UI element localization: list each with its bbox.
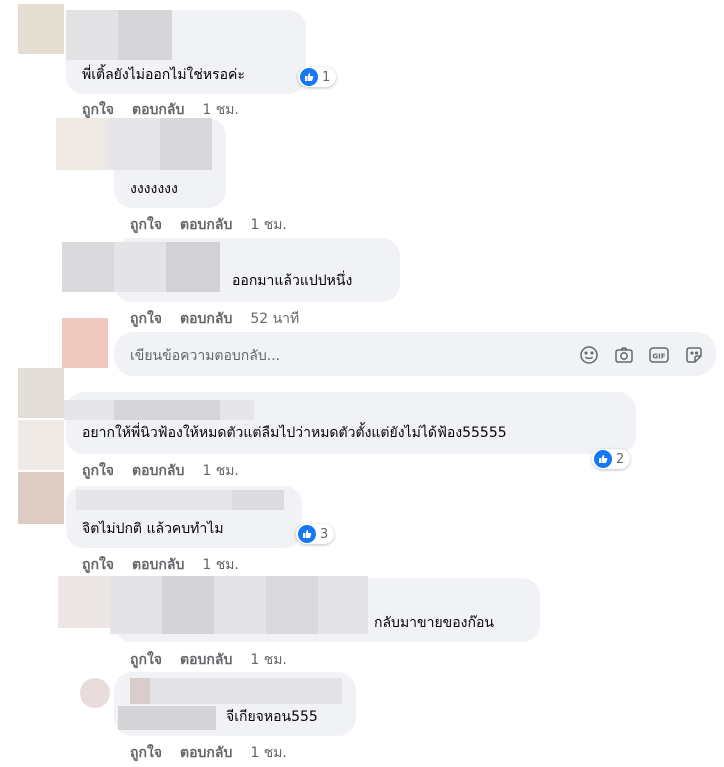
reply-button[interactable]: ตอบกลับ — [180, 217, 232, 233]
emoji-icon[interactable] — [578, 344, 600, 366]
commenter-name-redacted — [114, 242, 166, 292]
comment-text: พี่เติ้ลยังไม่ออกไม่ใช่หรอค่ะ — [82, 67, 245, 83]
reaction-count[interactable]: 3 — [296, 524, 335, 544]
comment-actions: ถูกใจ ตอบกลับ 1 ชม. — [130, 742, 287, 764]
reaction-count-label: 2 — [616, 451, 625, 467]
reply-button[interactable]: ตอบกลับ — [132, 557, 184, 573]
comment-text: กลับมาขายของก๊อน — [374, 615, 494, 631]
timestamp[interactable]: 1 ชม. — [250, 217, 287, 233]
avatar[interactable] — [18, 420, 64, 470]
my-avatar — [62, 318, 108, 368]
redaction-block — [130, 678, 150, 704]
like-button[interactable]: ถูกใจ — [130, 745, 162, 761]
reaction-count-label: 1 — [322, 69, 331, 85]
like-button[interactable]: ถูกใจ — [130, 311, 162, 327]
avatar[interactable] — [58, 576, 110, 628]
timestamp[interactable]: 1 ชม. — [202, 557, 239, 573]
comment-text: อยากให้พี่นิวฟ้องให้หมดตัวแต่ลืมไปว่าหมด… — [82, 425, 507, 441]
timestamp[interactable]: 1 ชม. — [202, 102, 239, 118]
reply-button[interactable]: ตอบกลับ — [180, 311, 232, 327]
comment-actions: ถูกใจ ตอบกลับ 1 ชม. — [82, 460, 239, 482]
comment-actions: ถูกใจ ตอบกลับ 1 ชม. — [130, 649, 287, 671]
avatar[interactable] — [80, 678, 110, 708]
reaction-count-label: 3 — [320, 526, 329, 542]
commenter-name-redacted — [130, 678, 342, 704]
like-reaction-icon — [594, 450, 612, 468]
timestamp[interactable]: 1 ชม. — [202, 463, 239, 479]
timestamp[interactable]: 1 ชม. — [250, 745, 287, 761]
comment-actions: ถูกใจ ตอบกลับ 52 นาที — [130, 308, 299, 330]
like-reaction-icon — [298, 525, 316, 543]
reply-button[interactable]: ตอบกลับ — [180, 652, 232, 668]
redaction-block — [162, 576, 214, 634]
avatar[interactable] — [18, 472, 64, 524]
comment-text: งงงงงงง — [130, 181, 178, 197]
reply-input[interactable]: เขียนข้อความตอบกลับ... GIF — [114, 332, 716, 376]
comment-actions: ถูกใจ ตอบกลับ 1 ชม. — [82, 554, 239, 576]
like-button[interactable]: ถูกใจ — [82, 463, 114, 479]
redaction-block — [166, 242, 220, 292]
timestamp[interactable]: 1 ชม. — [250, 652, 287, 668]
redaction-block — [118, 706, 216, 730]
avatar[interactable] — [18, 368, 64, 418]
like-button[interactable]: ถูกใจ — [82, 557, 114, 573]
like-button[interactable]: ถูกใจ — [130, 217, 162, 233]
comment-text: จิตไม่ปกติ แล้วคบทำไม — [82, 521, 224, 537]
comment-actions: ถูกใจ ตอบกลับ 1 ชม. — [130, 214, 287, 236]
comment-text: จีเกียจหอน555 — [226, 709, 318, 725]
reaction-count[interactable]: 2 — [592, 449, 631, 469]
reaction-count[interactable]: 1 — [298, 67, 337, 87]
reply-button[interactable]: ตอบกลับ — [132, 102, 184, 118]
redaction-block — [160, 118, 212, 170]
reply-placeholder: เขียนข้อความตอบกลับ... — [130, 348, 281, 364]
redaction-block — [118, 10, 172, 60]
avatar[interactable] — [62, 242, 114, 292]
like-button[interactable]: ถูกใจ — [130, 652, 162, 668]
sticker-icon[interactable] — [683, 344, 705, 366]
reply-button[interactable]: ตอบกลับ — [132, 463, 184, 479]
comment-text: ออกมาแล้วแปปหนึ่ง — [232, 273, 353, 289]
camera-icon[interactable] — [613, 344, 635, 366]
svg-text:GIF: GIF — [652, 353, 665, 361]
avatar[interactable] — [56, 118, 108, 170]
commenter-name-redacted — [108, 118, 160, 170]
redaction-block — [266, 576, 318, 634]
avatar[interactable] — [18, 4, 64, 54]
like-button[interactable]: ถูกใจ — [82, 102, 114, 118]
timestamp[interactable]: 52 นาที — [250, 311, 299, 327]
redaction-block — [232, 490, 284, 510]
gif-icon[interactable]: GIF — [648, 344, 670, 366]
commenter-name-redacted — [110, 576, 368, 634]
like-reaction-icon — [300, 68, 318, 86]
redaction-block — [114, 400, 220, 420]
reply-button[interactable]: ตอบกลับ — [180, 745, 232, 761]
